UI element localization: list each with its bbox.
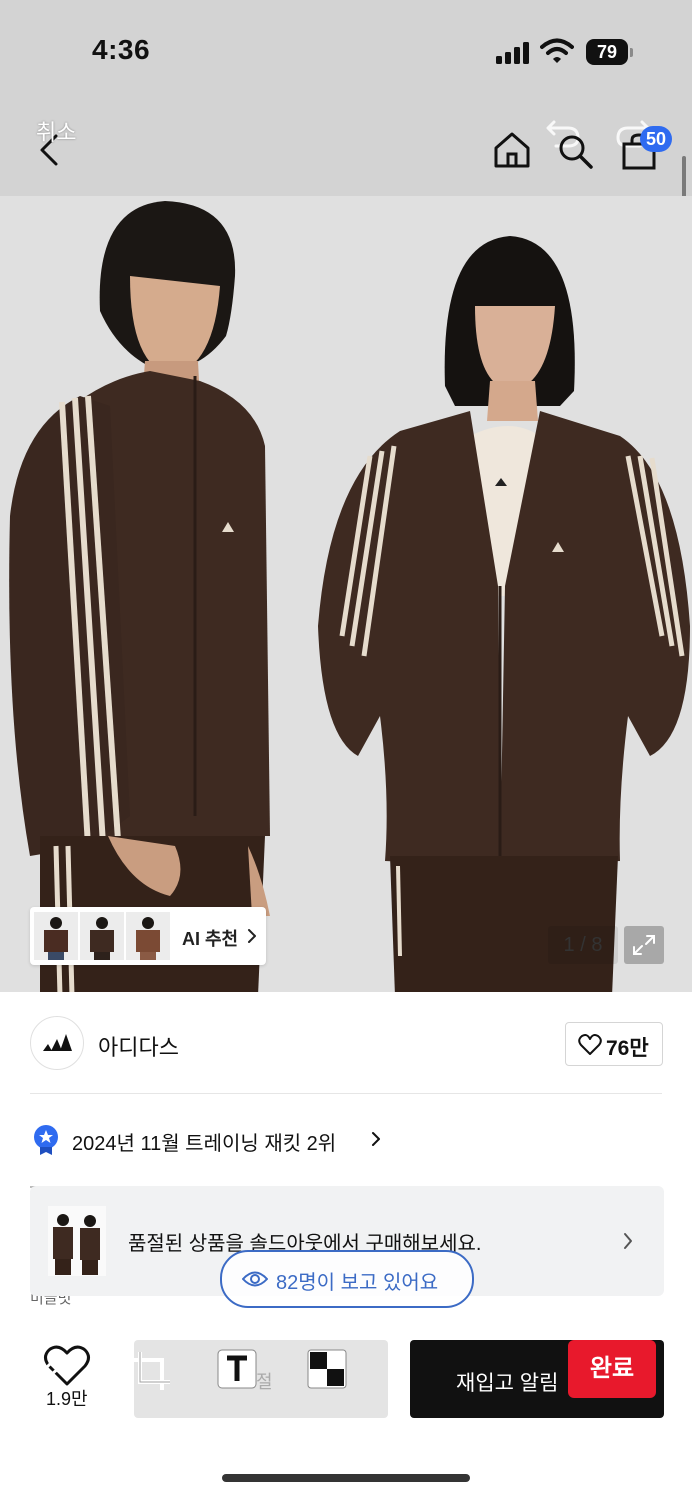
battery-level: 79 bbox=[596, 42, 618, 62]
ai-thumbnail bbox=[34, 912, 78, 960]
viewers-count-text: 82명이 보고 있어요 bbox=[276, 1272, 439, 1294]
ai-recommend-label: AI 추천 bbox=[182, 929, 239, 949]
adidas-logo-icon bbox=[43, 1034, 72, 1051]
ai-thumbnail bbox=[80, 912, 124, 960]
expand-icon bbox=[633, 935, 655, 955]
product-image[interactable] bbox=[0, 196, 692, 992]
ranking-badge-icon bbox=[34, 1125, 58, 1155]
home-icon[interactable] bbox=[492, 130, 532, 170]
ai-recommend-chip[interactable]: AI 추천 bbox=[30, 907, 266, 965]
wishlist-heart-icon[interactable] bbox=[42, 1344, 92, 1388]
ai-thumbnail bbox=[126, 912, 170, 960]
cancel-button[interactable]: 취소 bbox=[36, 115, 76, 147]
text-tool-icon[interactable] bbox=[216, 1348, 258, 1390]
wishlist-count: 1.9만 bbox=[46, 1389, 88, 1409]
expand-image-button[interactable] bbox=[624, 926, 664, 964]
ranking-link[interactable]: 2024년 11월 트레이닝 재킷 2위 bbox=[72, 1127, 336, 1156]
heart-icon bbox=[578, 1034, 602, 1055]
search-icon[interactable] bbox=[556, 132, 594, 170]
brand-like-count: 76만 bbox=[606, 1037, 649, 1060]
brand-name[interactable]: 아디다스 bbox=[98, 1030, 179, 1062]
chevron-right-icon[interactable] bbox=[370, 1130, 382, 1148]
done-button[interactable]: 완료 bbox=[568, 1340, 656, 1398]
chevron-right-icon bbox=[624, 1233, 632, 1249]
viewers-count-pill: 82명이 보고 있어요 bbox=[220, 1250, 474, 1308]
chevron-right-icon bbox=[248, 929, 256, 943]
status-time: 4:36 bbox=[92, 34, 151, 65]
cart-count-badge: 50 bbox=[640, 126, 672, 152]
home-indicator[interactable] bbox=[222, 1474, 470, 1482]
wifi-icon bbox=[540, 38, 574, 63]
product-photo-illustration bbox=[0, 196, 692, 992]
soldout-disabled-label: 절 bbox=[256, 1372, 273, 1392]
eye-icon bbox=[242, 1271, 268, 1287]
battery-icon: 79 bbox=[586, 39, 636, 65]
brand-like-button[interactable]: 76만 bbox=[565, 1022, 663, 1066]
crop-tool-icon[interactable] bbox=[128, 1348, 174, 1394]
brand-logo[interactable] bbox=[30, 1016, 84, 1070]
image-page-counter: 1 / 8 bbox=[548, 926, 618, 964]
cellular-signal-icon bbox=[496, 42, 529, 64]
soldout-product-thumbnail bbox=[48, 1206, 106, 1276]
restock-alert-label: 재입고 알림 bbox=[456, 1372, 559, 1395]
mosaic-tool-icon[interactable] bbox=[306, 1348, 348, 1390]
divider bbox=[30, 1093, 662, 1094]
